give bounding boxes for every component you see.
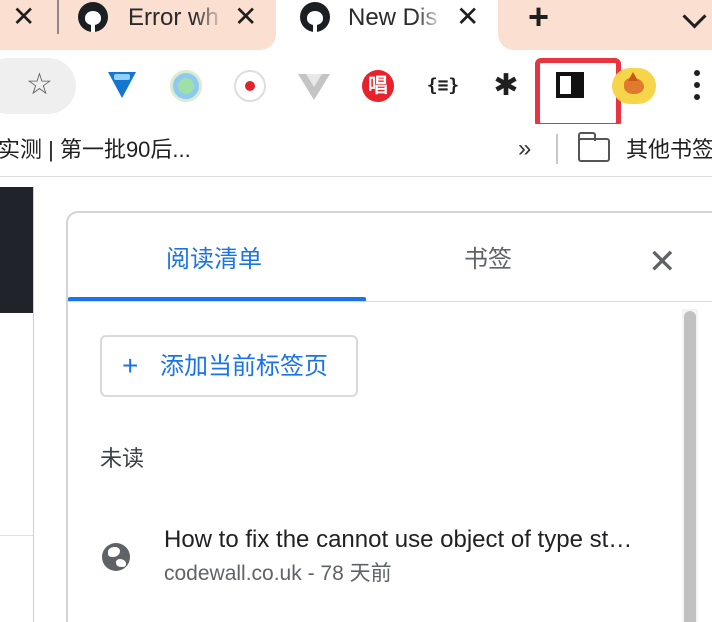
tab-reading-list[interactable]: 阅读清单 xyxy=(166,245,262,275)
record-extension-icon[interactable] xyxy=(234,70,266,102)
folder-icon[interactable] xyxy=(578,132,610,162)
add-current-tab-label: 添加当前标签页 xyxy=(160,353,328,380)
unread-section-heading: 未读 xyxy=(100,446,145,471)
new-tab-button[interactable]: + xyxy=(528,0,549,35)
tab-separator xyxy=(57,0,59,34)
toolbar: ☆ 唱 {≡} ✱ xyxy=(0,50,712,128)
browser-window: ✕ Error wh ✕ New Dis ✕ + ☆ 唱 {≡} ✱ 实测 | … xyxy=(0,0,712,622)
reading-item-meta: codewall.co.uk - 78 天前 xyxy=(164,562,392,585)
bookmark-item[interactable]: 实测 | 第一批90后... xyxy=(0,136,191,164)
bookmark-overflow-button[interactable]: » xyxy=(518,136,531,162)
add-current-tab-button[interactable]: + 添加当前标签页 xyxy=(100,335,358,397)
content-area: 阅读清单 书签 ✕ + 添加当前标签页 未读 How to fix the ca… xyxy=(0,176,712,622)
avatar[interactable] xyxy=(612,68,656,104)
web-page-edge xyxy=(0,187,34,622)
close-icon[interactable]: ✕ xyxy=(648,245,677,279)
web-page-dark-header xyxy=(0,187,33,313)
active-tab-indicator xyxy=(68,297,366,301)
side-panel-tabs: 阅读清单 书签 ✕ xyxy=(68,213,712,302)
circle-extension-icon[interactable] xyxy=(170,70,202,102)
plus-icon: + xyxy=(122,350,139,381)
side-panel: 阅读清单 书签 ✕ + 添加当前标签页 未读 How to fix the ca… xyxy=(66,211,712,622)
tab-close-button[interactable]: ✕ xyxy=(234,3,257,31)
tab-close-button[interactable]: ✕ xyxy=(12,3,35,31)
other-bookmarks-folder[interactable]: 其他书签 xyxy=(626,136,712,164)
globe-icon xyxy=(102,543,130,571)
github-favicon-icon xyxy=(300,2,330,32)
web-page-divider xyxy=(0,535,33,536)
tab-title-error[interactable]: Error wh xyxy=(128,3,224,33)
more-menu-icon[interactable] xyxy=(694,70,702,104)
chang-extension-icon[interactable]: 唱 xyxy=(362,70,394,102)
json-extension-icon[interactable]: {≡} xyxy=(422,70,464,102)
scrollbar-thumb[interactable] xyxy=(684,311,696,622)
bookmark-bar: 实测 | 第一批90后... » 其他书签 xyxy=(0,124,712,176)
github-favicon-icon xyxy=(78,2,108,32)
tab-title-new-discussion[interactable]: New Dis xyxy=(348,3,444,33)
tab-close-button[interactable]: ✕ xyxy=(456,3,479,31)
star-icon[interactable]: ☆ xyxy=(26,70,53,100)
bookmark-separator xyxy=(556,134,558,164)
diamond-extension-icon[interactable] xyxy=(106,70,138,102)
vue-devtools-icon[interactable] xyxy=(298,70,330,102)
reading-item-title: How to fix the cannot use object of type… xyxy=(164,526,634,553)
tab-bookmarks[interactable]: 书签 xyxy=(464,245,512,275)
puzzle-icon[interactable]: ✱ xyxy=(490,70,522,102)
list-item[interactable]: How to fix the cannot use object of type… xyxy=(88,513,648,593)
side-panel-icon[interactable] xyxy=(556,72,584,98)
tab-strip: ✕ Error wh ✕ New Dis ✕ + xyxy=(0,0,712,50)
